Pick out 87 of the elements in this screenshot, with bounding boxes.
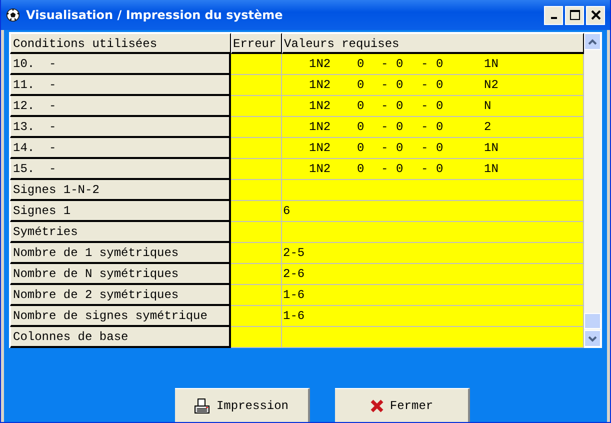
close-icon [590, 10, 600, 20]
scrollbar[interactable] [584, 33, 601, 347]
value-part: 0 [357, 56, 366, 73]
value-part: 1N [484, 56, 500, 73]
condition-cell: Colonnes de base [10, 327, 231, 348]
value-part: - [381, 161, 390, 178]
scroll-down-button[interactable] [584, 330, 601, 347]
condition-cell: Nombre de signes symétrique [10, 306, 231, 327]
value-part: 0 [357, 119, 366, 136]
value-part: - [421, 140, 430, 157]
value-part: - [421, 77, 430, 94]
maximize-button[interactable] [565, 6, 584, 24]
cross-icon [370, 398, 384, 412]
condition-cell: Nombre de 2 symétriques [10, 285, 231, 306]
condition-cell: 11. - [10, 75, 231, 96]
value-part: 0 [436, 119, 444, 136]
value-cell: 1-6 [282, 285, 584, 306]
value-part: 0 [436, 77, 444, 94]
error-cell [231, 264, 282, 285]
value-part: 0 [436, 56, 444, 73]
value-part: - [381, 119, 390, 136]
value-part: - [381, 140, 390, 157]
column-header: Conditions utilisées [10, 33, 231, 54]
error-cell [231, 180, 282, 201]
condition-cell: Symétries [10, 222, 231, 243]
condition-cell: Signes 1 [10, 201, 231, 222]
value-part: 1N [484, 140, 500, 157]
error-cell [231, 327, 282, 348]
value-part: N2 [484, 77, 500, 94]
value-part: 0 [396, 161, 404, 178]
value-part: - [421, 56, 430, 73]
value-part: 1N2 [309, 161, 332, 178]
value-part: - [421, 119, 430, 136]
error-cell [231, 201, 282, 222]
print-button[interactable]: Impression [175, 388, 310, 422]
minimize-button[interactable] [544, 6, 563, 24]
condition-cell: Nombre de N symétriques [10, 264, 231, 285]
condition-cell: Nombre de 1 symétriques [10, 243, 231, 264]
value-part: - [381, 56, 390, 73]
value-part: - [421, 161, 430, 178]
value-cell: 1-6 [282, 306, 584, 327]
value-part: 1N2 [309, 98, 332, 115]
scroll-up-button[interactable] [584, 33, 601, 50]
value-part: 0 [357, 140, 366, 157]
value-part: 0 [396, 77, 404, 94]
value-cell: 2-5 [282, 243, 584, 264]
close-button[interactable] [586, 6, 605, 24]
error-cell [231, 243, 282, 264]
condition-cell: Signes 1-N-2 [10, 180, 231, 201]
value-cell: 6 [282, 201, 584, 222]
condition-cell: 10. - [10, 54, 231, 75]
value-part: 0 [436, 140, 444, 157]
condition-cell: 13. - [10, 117, 231, 138]
value-part: 1N2 [309, 77, 332, 94]
maximize-icon [570, 10, 580, 20]
value-part: 0 [396, 119, 404, 136]
value-cell: 2-6 [282, 264, 584, 285]
error-cell [231, 306, 282, 327]
column-header: Erreur [231, 33, 282, 54]
value-part: 0 [396, 98, 404, 115]
condition-cell: 12. - [10, 96, 231, 117]
value-part: 0 [357, 98, 366, 115]
value-part: 0 [436, 98, 444, 115]
value-part: 0 [396, 56, 404, 73]
close-window-button[interactable]: Fermer [335, 388, 470, 422]
condition-cell: 15. - [10, 159, 231, 180]
error-cell [231, 285, 282, 306]
value-part: - [421, 98, 430, 115]
value-part: 0 [396, 140, 404, 157]
error-cell [231, 222, 282, 243]
column-header: Valeurs requises [282, 33, 584, 54]
printer-icon [194, 398, 210, 414]
value-part: 0 [436, 161, 444, 178]
value-part: 1N2 [309, 140, 332, 157]
value-part: - [381, 98, 390, 115]
condition-cell: 14. - [10, 138, 231, 159]
value-part: 1N [484, 161, 500, 178]
value-part: 2 [484, 119, 492, 136]
value-part: - [381, 77, 390, 94]
value-part: 0 [357, 77, 366, 94]
value-part: 0 [357, 161, 366, 178]
value-part: 1N2 [309, 56, 332, 73]
value-part: N [484, 98, 492, 115]
scroll-thumb[interactable] [584, 313, 601, 329]
soccer-ball-icon [6, 8, 20, 22]
value-part: 1N2 [309, 119, 332, 136]
window-title: Visualisation / Impression du système [26, 8, 284, 22]
